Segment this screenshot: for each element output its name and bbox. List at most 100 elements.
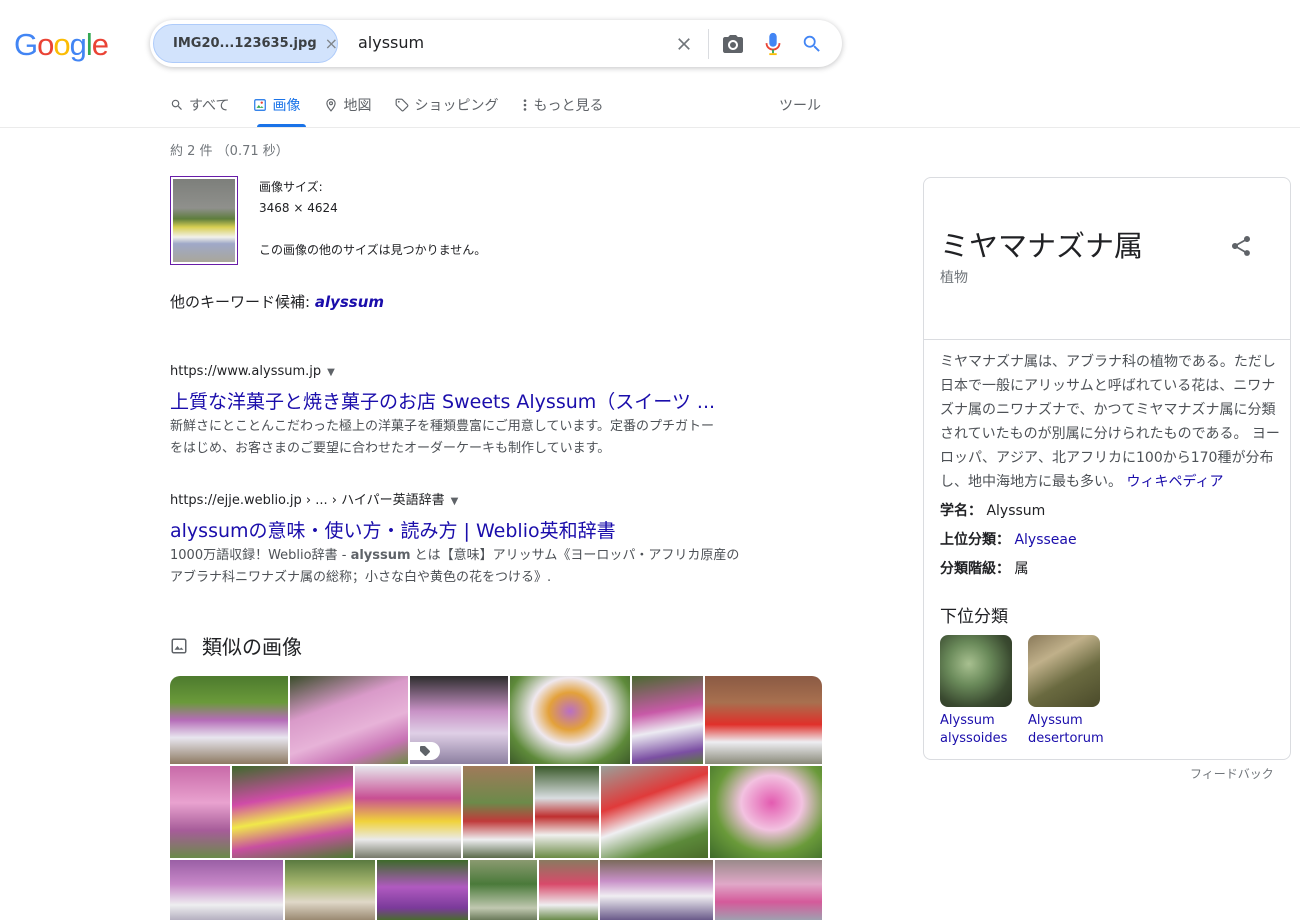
keyword-suggestion: 他のキーワード候補: alyssum: [170, 291, 384, 312]
search-input[interactable]: alyssum: [358, 33, 424, 52]
share-icon[interactable]: [1229, 234, 1253, 262]
similar-images-title: 類似の画像: [202, 635, 302, 659]
tab-label: もっと見る: [533, 98, 604, 114]
fact-label: 学名：: [940, 503, 982, 519]
fact-value-link[interactable]: Alysseae: [1014, 532, 1076, 548]
google-logo[interactable]: Google: [14, 27, 109, 63]
result-url[interactable]: https://www.alyssum.jp ▼: [170, 362, 770, 383]
similar-image[interactable]: [410, 676, 508, 764]
subtaxon-image: [940, 635, 1012, 707]
image-icon: [253, 98, 267, 112]
subtaxon-genus: Alyssum: [940, 713, 995, 728]
fact-value: Alyssum: [986, 503, 1046, 519]
logo-letter: G: [14, 27, 38, 62]
tag-icon: [395, 98, 409, 112]
similar-images-grid: [170, 676, 822, 920]
feedback-link[interactable]: フィードバック: [1190, 765, 1274, 782]
tab-shopping[interactable]: ショッピング: [395, 95, 498, 115]
snippet-line: アブラナ科ニワナズナ属の総称；小さな白や黄色の花をつける》.: [170, 570, 552, 585]
similar-image[interactable]: [355, 766, 461, 858]
dropdown-arrow-icon[interactable]: ▼: [327, 367, 335, 378]
fact-label: 上位分類：: [940, 532, 1010, 548]
tools-button[interactable]: ツール: [779, 95, 821, 115]
snippet-line: 1000万語収録！Weblio辞書 - alyssum とは【意味】アリッサム《…: [170, 545, 770, 567]
similar-image[interactable]: [170, 766, 230, 858]
tab-label: 地図: [343, 98, 372, 114]
similar-image[interactable]: [705, 676, 822, 764]
subtaxa-heading: 下位分類: [940, 607, 1008, 627]
similar-image[interactable]: [290, 676, 408, 764]
image-size-label: 画像サイズ:: [259, 180, 323, 194]
similar-image[interactable]: [170, 676, 288, 764]
fact-label: 分類階級：: [940, 561, 1010, 577]
result-url[interactable]: https://ejje.weblio.jp › ... › ハイパー英語辞書 ▼: [170, 491, 770, 512]
result-snippet: 1000万語収録！Weblio辞書 - alyssum とは【意味】アリッサム《…: [170, 545, 770, 589]
similar-image[interactable]: [285, 860, 375, 920]
tab-label: 画像: [272, 98, 301, 114]
similar-image[interactable]: [539, 860, 598, 920]
panel-divider: [924, 339, 1290, 340]
result-title-link[interactable]: 上質な洋菓子と焼き菓子のお店 Sweets Alyssum（スイーツ ...: [170, 389, 770, 415]
fact-row: 上位分類： Alysseae: [940, 529, 1077, 549]
snippet-line: をはじめ、お客さまのご要望に合わせたオーダーケーキも制作しています。: [170, 441, 611, 456]
similar-image[interactable]: [632, 676, 703, 764]
tab-all[interactable]: すべて: [170, 95, 229, 115]
snippet-text: とは【意味】アリッサム《ヨーロッパ・アフリカ原産の: [410, 548, 740, 563]
more-vert-icon: [522, 98, 528, 112]
similar-image[interactable]: [510, 676, 630, 764]
search-icon: [170, 98, 184, 112]
product-tag-icon: [410, 742, 440, 760]
dropdown-arrow-icon[interactable]: ▼: [451, 496, 459, 507]
similar-image[interactable]: [710, 766, 822, 858]
subtaxon-image: [1028, 635, 1100, 707]
fact-row: 分類階級： 属: [940, 558, 1028, 578]
similar-image[interactable]: [715, 860, 822, 920]
knowledge-panel-description: ミヤマナズナ属は、アブラナ科の植物である。ただし日本で一般にアリッサムと呼ばれて…: [940, 350, 1280, 494]
tab-more[interactable]: もっと見る: [522, 95, 603, 115]
similar-image[interactable]: [470, 860, 537, 920]
result-title-link[interactable]: alyssumの意味・使い方・読み方 | Weblio英和辞書: [170, 518, 770, 544]
similar-image[interactable]: [600, 860, 713, 920]
result-url-text: https://ejje.weblio.jp › ... › ハイパー英語辞書: [170, 493, 445, 508]
search-box[interactable]: IMG20...123635.jpg × alyssum: [150, 20, 842, 67]
subtaxon-card[interactable]: Alyssum alyssoides: [940, 635, 1014, 748]
fact-row: 学名： Alyssum: [940, 500, 1045, 520]
knowledge-panel-title: ミヤマナズナ属: [940, 229, 1144, 263]
similar-image[interactable]: [170, 860, 283, 920]
image-size-value: 3468 × 4624: [259, 201, 338, 215]
image-icon: [170, 637, 188, 655]
snippet-highlight: alyssum: [350, 548, 411, 563]
camera-icon[interactable]: [720, 31, 746, 57]
search-result: https://www.alyssum.jp ▼ 上質な洋菓子と焼き菓子のお店 S…: [170, 362, 770, 460]
similar-image[interactable]: [535, 766, 599, 858]
keyword-link[interactable]: alyssum: [315, 293, 384, 311]
map-pin-icon: [324, 98, 338, 112]
chip-close-icon[interactable]: ×: [325, 34, 338, 53]
clear-icon[interactable]: [671, 31, 697, 57]
image-chip-label: IMG20...123635.jpg: [173, 36, 317, 51]
fact-value: 属: [1014, 561, 1029, 577]
search-icon[interactable]: [799, 31, 825, 57]
image-size-note: この画像の他のサイズは見つかりません。: [259, 243, 487, 257]
tab-images[interactable]: 画像: [253, 95, 300, 115]
image-chip[interactable]: IMG20...123635.jpg ×: [153, 24, 338, 63]
query-image[interactable]: [170, 176, 238, 265]
logo-letter: e: [91, 27, 109, 62]
similar-image[interactable]: [601, 766, 708, 858]
logo-letter: o: [53, 27, 70, 62]
description-text: ミヤマナズナ属は、アブラナ科の植物である。ただし日本で一般にアリッサムと呼ばれて…: [940, 354, 1280, 490]
similar-image[interactable]: [232, 766, 353, 858]
similar-image[interactable]: [463, 766, 533, 858]
similar-image[interactable]: [377, 860, 468, 920]
search-tabs: すべて 画像 地図 ショッピング もっと見る: [170, 95, 627, 128]
result-snippet: 新鮮さにとことんこだわった極上の洋菓子を種類豊富にご用意しています。定番のプチガ…: [170, 416, 770, 460]
similar-images-heading: 類似の画像: [170, 631, 302, 660]
subtaxon-card[interactable]: Alyssum desertorum: [1028, 635, 1104, 748]
tab-label: ショッピング: [414, 98, 499, 114]
microphone-icon[interactable]: [760, 31, 786, 57]
knowledge-panel: ミヤマナズナ属 植物 ミヤマナズナ属は、アブラナ科の植物である。ただし日本で一般…: [923, 177, 1291, 760]
tab-maps[interactable]: 地図: [324, 95, 371, 115]
result-url-text: https://www.alyssum.jp: [170, 364, 322, 379]
snippet-text: 1000万語収録！Weblio辞書 -: [170, 548, 351, 563]
wikipedia-link[interactable]: ウィキペディア: [1126, 474, 1223, 490]
